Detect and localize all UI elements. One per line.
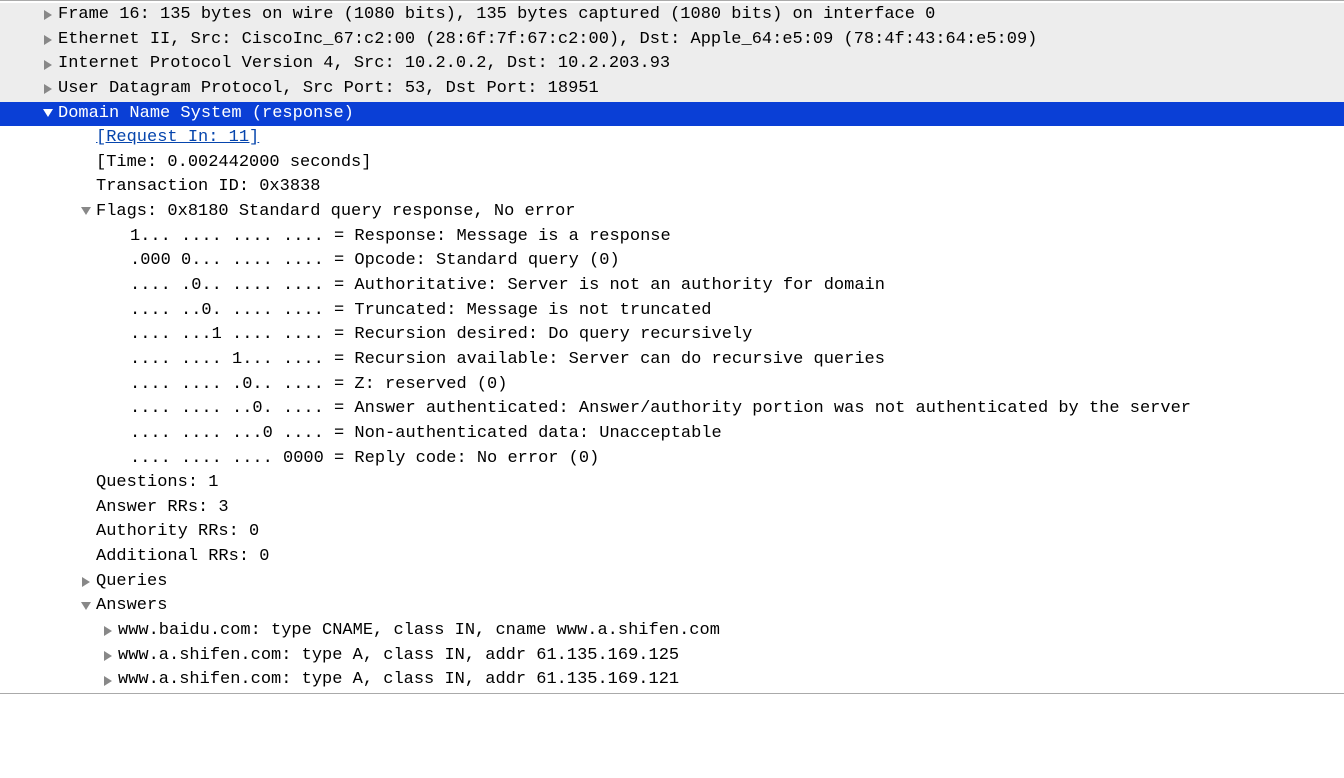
expand-icon[interactable] xyxy=(40,110,58,118)
field-text: Answers xyxy=(96,594,167,619)
protocol-dns[interactable]: Domain Name System (response) xyxy=(0,102,1344,127)
flag-row[interactable]: .... ...1 .... .... = Recursion desired:… xyxy=(0,323,1344,348)
flag-row[interactable]: .... .... ...0 .... = Non-authenticated … xyxy=(0,422,1344,447)
packet-details-pane: Frame 16: 135 bytes on wire (1080 bits),… xyxy=(0,0,1344,694)
flag-text: .... ...1 .... .... = Recursion desired:… xyxy=(130,323,752,348)
flag-text: .... .0.. .... .... = Authoritative: Ser… xyxy=(130,274,885,299)
protocol-text: Frame 16: 135 bytes on wire (1080 bits),… xyxy=(58,3,935,28)
answer-text: www.a.shifen.com: type A, class IN, addr… xyxy=(118,668,679,693)
collapse-icon[interactable] xyxy=(40,35,58,45)
flag-text: .... .... 1... .... = Recursion availabl… xyxy=(130,348,885,373)
protocol-text: Internet Protocol Version 4, Src: 10.2.0… xyxy=(58,52,670,77)
collapse-icon[interactable] xyxy=(40,10,58,20)
expand-icon[interactable] xyxy=(78,603,96,611)
protocol-text: User Datagram Protocol, Src Port: 53, Ds… xyxy=(58,77,599,102)
flag-row[interactable]: 1... .... .... .... = Response: Message … xyxy=(0,225,1344,250)
protocol-frame[interactable]: Frame 16: 135 bytes on wire (1080 bits),… xyxy=(0,3,1344,28)
protocol-text: Domain Name System (response) xyxy=(58,102,354,127)
flag-text: .... .... .0.. .... = Z: reserved (0) xyxy=(130,373,507,398)
dns-answers[interactable]: Answers xyxy=(0,594,1344,619)
collapse-icon[interactable] xyxy=(40,84,58,94)
flag-row[interactable]: .... .... .0.. .... = Z: reserved (0) xyxy=(0,373,1344,398)
flag-text: .... .... ...0 .... = Non-authenticated … xyxy=(130,422,722,447)
dns-flags-header[interactable]: Flags: 0x8180 Standard query response, N… xyxy=(0,200,1344,225)
flag-text: .000 0... .... .... = Opcode: Standard q… xyxy=(130,249,620,274)
collapse-icon[interactable] xyxy=(100,651,118,661)
collapse-icon[interactable] xyxy=(78,577,96,587)
dns-time[interactable]: [Time: 0.002442000 seconds] xyxy=(0,151,1344,176)
field-text: Authority RRs: 0 xyxy=(96,520,259,545)
flag-text: 1... .... .... .... = Response: Message … xyxy=(130,225,671,250)
field-text: Answer RRs: 3 xyxy=(96,496,229,521)
flag-row[interactable]: .... ..0. .... .... = Truncated: Message… xyxy=(0,299,1344,324)
flag-row[interactable]: .... .... ..0. .... = Answer authenticat… xyxy=(0,397,1344,422)
expand-icon[interactable] xyxy=(78,208,96,216)
field-text: Flags: 0x8180 Standard query response, N… xyxy=(96,200,575,225)
dns-request-in[interactable]: [Request In: 11] xyxy=(0,126,1344,151)
flag-text: .... ..0. .... .... = Truncated: Message… xyxy=(130,299,712,324)
flag-row[interactable]: .... .... .... 0000 = Reply code: No err… xyxy=(0,447,1344,472)
dns-questions[interactable]: Questions: 1 xyxy=(0,471,1344,496)
protocol-udp[interactable]: User Datagram Protocol, Src Port: 53, Ds… xyxy=(0,77,1344,102)
protocol-text: Ethernet II, Src: CiscoInc_67:c2:00 (28:… xyxy=(58,28,1037,53)
answer-text: www.baidu.com: type CNAME, class IN, cna… xyxy=(118,619,720,644)
flag-text: .... .... ..0. .... = Answer authenticat… xyxy=(130,397,1191,422)
dns-answer-rrs[interactable]: Answer RRs: 3 xyxy=(0,496,1344,521)
field-text: Transaction ID: 0x3838 xyxy=(96,175,320,200)
answer-row[interactable]: www.a.shifen.com: type A, class IN, addr… xyxy=(0,668,1344,693)
field-text: Additional RRs: 0 xyxy=(96,545,269,570)
collapse-icon[interactable] xyxy=(100,676,118,686)
field-text: Queries xyxy=(96,570,167,595)
field-text: [Time: 0.002442000 seconds] xyxy=(96,151,371,176)
field-text: Questions: 1 xyxy=(96,471,218,496)
flag-row[interactable]: .... .0.. .... .... = Authoritative: Ser… xyxy=(0,274,1344,299)
collapse-icon[interactable] xyxy=(100,626,118,636)
dns-transaction-id[interactable]: Transaction ID: 0x3838 xyxy=(0,175,1344,200)
flag-row[interactable]: .000 0... .... .... = Opcode: Standard q… xyxy=(0,249,1344,274)
protocol-ip[interactable]: Internet Protocol Version 4, Src: 10.2.0… xyxy=(0,52,1344,77)
answer-text: www.a.shifen.com: type A, class IN, addr… xyxy=(118,644,679,669)
dns-authority-rrs[interactable]: Authority RRs: 0 xyxy=(0,520,1344,545)
flag-row[interactable]: .... .... 1... .... = Recursion availabl… xyxy=(0,348,1344,373)
flag-text: .... .... .... 0000 = Reply code: No err… xyxy=(130,447,599,472)
dns-additional-rrs[interactable]: Additional RRs: 0 xyxy=(0,545,1344,570)
answer-row[interactable]: www.baidu.com: type CNAME, class IN, cna… xyxy=(0,619,1344,644)
dns-queries[interactable]: Queries xyxy=(0,570,1344,595)
request-in-link[interactable]: [Request In: 11] xyxy=(96,126,259,151)
collapse-icon[interactable] xyxy=(40,60,58,70)
protocol-ethernet[interactable]: Ethernet II, Src: CiscoInc_67:c2:00 (28:… xyxy=(0,28,1344,53)
answer-row[interactable]: www.a.shifen.com: type A, class IN, addr… xyxy=(0,644,1344,669)
